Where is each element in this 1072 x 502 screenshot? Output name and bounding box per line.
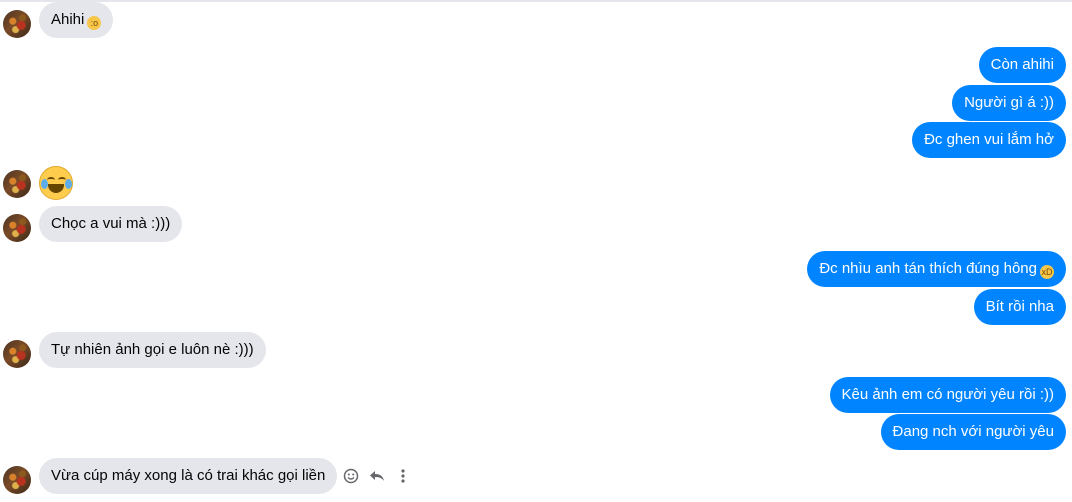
message-hover-actions — [343, 466, 411, 486]
message-bubble-incoming[interactable]: Vừa cúp máy xong là có trai khác gọi liề… — [39, 458, 338, 494]
grinning-squint-emoji-icon: xD — [1040, 265, 1054, 279]
avatar[interactable] — [3, 466, 31, 494]
more-icon[interactable] — [395, 468, 411, 484]
avatar[interactable] — [3, 10, 31, 38]
message-bubble-incoming[interactable]: Tự nhiên ảnh gọi e luôn nè :))) — [39, 332, 266, 368]
avatar[interactable] — [3, 214, 31, 242]
message-bubble-outgoing[interactable]: Đc ghen vui lắm hở — [912, 122, 1066, 158]
top-divider — [0, 0, 1072, 2]
message-bubble-outgoing[interactable]: Đc nhìu anh tán thích đúng hông xD — [807, 251, 1066, 287]
message-bubble-outgoing[interactable]: Kêu ảnh em có người yêu rồi :)) — [829, 377, 1066, 413]
message-bubble-outgoing[interactable]: Đang nch với người yêu — [880, 414, 1066, 450]
react-icon[interactable] — [343, 468, 359, 484]
reply-icon[interactable] — [369, 468, 385, 484]
avatar[interactable] — [3, 340, 31, 368]
message-bubble-incoming[interactable]: Ahihi:o — [39, 2, 114, 38]
laughing-tears-emoji-icon[interactable] — [39, 166, 73, 200]
message-bubble-outgoing[interactable]: Người gì á :)) — [952, 85, 1066, 121]
message-bubble-outgoing[interactable]: Bít rồi nha — [973, 289, 1066, 325]
message-bubble-incoming[interactable]: Chọc a vui mà :))) — [39, 206, 183, 242]
message-bubble-outgoing[interactable]: Còn ahihi — [978, 47, 1066, 83]
flushed-emoji-icon: :o — [87, 16, 102, 30]
avatar[interactable] — [3, 170, 31, 198]
